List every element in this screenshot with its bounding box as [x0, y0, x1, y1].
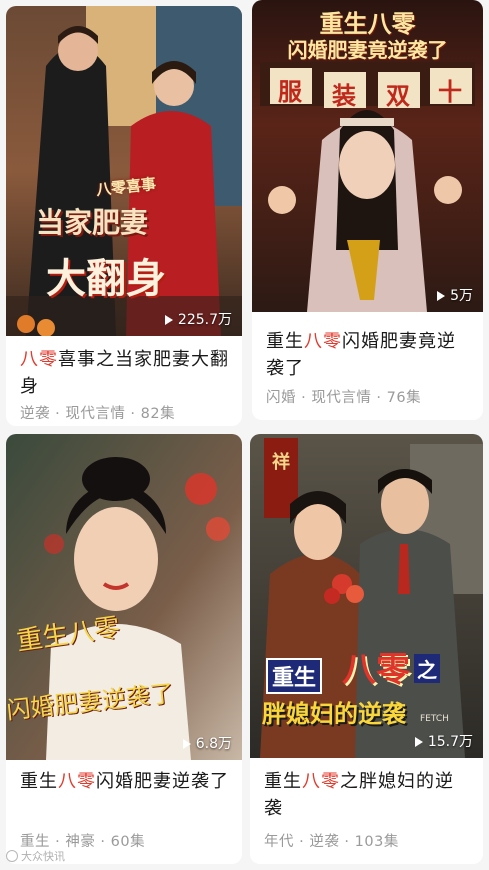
- banner-char-4: 十: [438, 78, 462, 106]
- poster-title-line2: 胖媳妇的逆袭: [262, 700, 406, 728]
- drama-card-2[interactable]: 重生八零 闪婚肥妻竟逆袭了 服 装 双 十 5万 重生八零闪婚肥妻竟逆袭了 闪婚…: [252, 0, 483, 420]
- poster-title-connector: 之: [414, 654, 440, 683]
- play-triangle-icon: [437, 291, 446, 301]
- play-count-value: 15.7万: [427, 734, 473, 750]
- watermark-text: 大众快讯: [21, 850, 65, 863]
- drama-poster-2[interactable]: 重生八零 闪婚肥妻竟逆袭了 服 装 双 十 5万: [252, 0, 483, 312]
- poster-title-line2: 闪婚肥妻竟逆袭了: [287, 38, 448, 62]
- poster-title-line1: 当家肥妻: [36, 206, 149, 239]
- drama-title[interactable]: 重生八零闪婚肥妻竟逆袭了: [266, 328, 471, 382]
- drama-title[interactable]: 重生八零之胖媳妇的逆袭: [264, 768, 471, 822]
- play-count-value: 6.8万: [195, 736, 232, 752]
- title-highlight: 八零: [58, 771, 96, 792]
- poster-sign-char: 祥: [272, 452, 290, 473]
- play-count: 6.8万: [182, 736, 232, 752]
- play-triangle-icon: [164, 315, 173, 325]
- drama-meta: 逆袭 · 现代言情 · 82集: [20, 406, 176, 422]
- play-triangle-icon: [182, 739, 191, 749]
- play-count-value: 225.7万: [177, 312, 232, 328]
- poster-sign-text: FETCH: [420, 714, 449, 724]
- title-prefix: 重生: [266, 331, 304, 352]
- title-suffix: 闪婚肥妻逆袭了: [96, 771, 229, 792]
- drama-meta: 年代 · 逆袭 · 103集: [264, 834, 399, 850]
- title-prefix: 重生: [264, 771, 302, 792]
- drama-poster-4[interactable]: 祥 FETCH 重生 八零 之 胖媳妇的逆袭 15.7万: [250, 434, 483, 758]
- title-prefix: 重生: [20, 771, 58, 792]
- play-count: 5万: [437, 288, 473, 304]
- drama-title[interactable]: 重生八零闪婚肥妻逆袭了: [20, 768, 230, 795]
- watermark-logo-icon: [6, 850, 18, 862]
- play-count: 15.7万: [414, 734, 473, 750]
- drama-title[interactable]: 八零喜事之当家肥妻大翻身: [20, 346, 230, 400]
- poster-title-line2: 大翻身: [46, 255, 166, 302]
- drama-poster-3[interactable]: 重生八零 闪婚肥妻逆袭了 6.8万: [6, 434, 242, 760]
- drama-card-4[interactable]: 祥 FETCH 重生 八零 之 胖媳妇的逆袭 15.7万 重生八零之胖媳妇的逆袭…: [250, 434, 483, 864]
- drama-meta: 闪婚 · 现代言情 · 76集: [266, 390, 422, 406]
- drama-poster-1[interactable]: 八零喜事 当家肥妻 大翻身 225.7万: [6, 6, 242, 336]
- title-highlight: 八零: [304, 331, 342, 352]
- poster-title-highlight: 八零: [342, 650, 410, 690]
- drama-card-1[interactable]: 八零喜事 当家肥妻 大翻身 225.7万 八零喜事之当家肥妻大翻身 逆袭 · 现…: [6, 6, 242, 426]
- banner-char-2: 装: [332, 82, 356, 110]
- poster-title-prefix: 重生: [266, 658, 323, 694]
- play-triangle-icon: [414, 737, 423, 747]
- banner-char-1: 服: [278, 78, 302, 106]
- watermark: 大众快讯: [6, 848, 65, 864]
- play-count-value: 5万: [450, 288, 473, 304]
- drama-card-3[interactable]: 重生八零 闪婚肥妻逆袭了 6.8万 重生八零闪婚肥妻逆袭了 重生 · 神豪 · …: [6, 434, 242, 864]
- banner-char-3: 双: [386, 82, 410, 110]
- title-highlight: 八零: [302, 771, 340, 792]
- title-highlight: 八零: [20, 349, 58, 370]
- play-count: 225.7万: [164, 312, 232, 328]
